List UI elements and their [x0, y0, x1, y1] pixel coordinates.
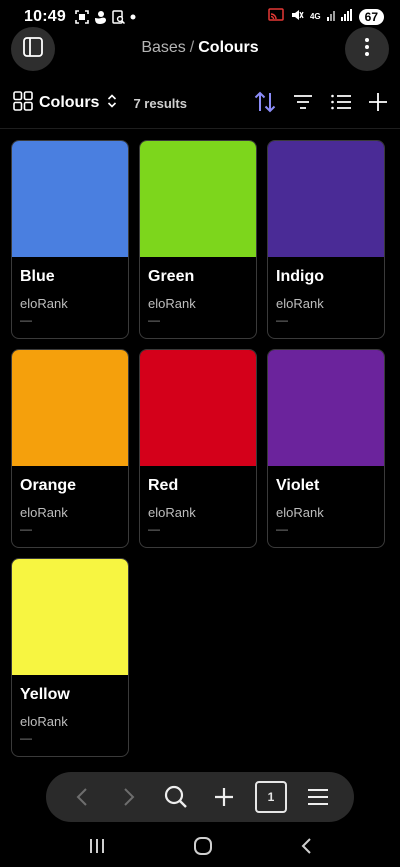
card-property-label: eloRank — [148, 505, 196, 520]
plus-icon — [214, 788, 233, 806]
search-icon — [165, 785, 188, 808]
card-color-swatch — [140, 141, 256, 257]
sort-icon — [254, 91, 276, 113]
properties-button[interactable] — [330, 90, 352, 114]
network-type-label: 4G — [309, 12, 321, 21]
results-count: 7 results — [133, 95, 187, 111]
home-icon — [193, 837, 212, 855]
plus-icon — [369, 93, 387, 111]
menu-button[interactable] — [302, 781, 334, 813]
card-property-label: eloRank — [148, 296, 196, 311]
card-color-swatch — [268, 141, 384, 257]
browser-navigation-bar: 1 — [46, 772, 354, 822]
sort-button[interactable] — [254, 90, 276, 114]
card-color-swatch — [268, 350, 384, 466]
card-title: Green — [148, 268, 195, 285]
screen-search-icon — [112, 10, 125, 24]
breadcrumb: Bases / Colours — [0, 39, 400, 57]
mute-icon — [290, 8, 304, 27]
card-color-swatch — [140, 350, 256, 466]
card-title: Orange — [20, 477, 77, 494]
filter-button[interactable] — [292, 90, 314, 114]
more-vertical-icon — [364, 37, 370, 62]
search-button[interactable] — [160, 781, 192, 813]
breadcrumb-separator: / — [189, 39, 195, 56]
card-property-label: eloRank — [20, 714, 68, 729]
add-button[interactable] — [368, 90, 388, 114]
breadcrumb-current: Colours — [198, 39, 259, 56]
home-button[interactable] — [193, 836, 213, 856]
app-header: Bases / Colours — [0, 27, 400, 71]
card-color-swatch — [12, 559, 128, 675]
view-switcher[interactable]: Colours — [13, 90, 117, 116]
card-color-swatch — [12, 141, 128, 257]
card-color-swatch — [12, 350, 128, 466]
card-title: Red — [148, 477, 179, 494]
card-title: Blue — [20, 268, 55, 285]
battery-indicator: 67 — [358, 9, 384, 25]
card-property-value: — — [20, 313, 32, 327]
card[interactable]: Orange eloRank — — [11, 349, 129, 548]
signal-icon — [326, 8, 353, 26]
view-name: Colours — [39, 94, 100, 111]
card-property-label: eloRank — [20, 505, 68, 520]
new-tab-button[interactable] — [208, 781, 240, 813]
card[interactable]: Yellow eloRank — — [11, 558, 129, 757]
status-notification-icons — [75, 10, 136, 24]
recents-button[interactable] — [88, 838, 106, 854]
card-property-label: eloRank — [276, 505, 324, 520]
chevron-up-down-icon — [107, 93, 117, 113]
back-arrow-icon — [301, 838, 311, 854]
filter-icon — [294, 95, 312, 109]
card-title: Yellow — [20, 686, 70, 703]
base-toolbar: Colours 7 results — [0, 84, 400, 122]
card-property-label: eloRank — [20, 296, 68, 311]
card[interactable]: Blue eloRank — — [11, 140, 129, 339]
card-title: Indigo — [276, 268, 324, 285]
card-property-value: — — [20, 731, 32, 745]
card-property-value: — — [148, 522, 160, 536]
notification-dot-icon — [130, 14, 136, 20]
card[interactable]: Indigo eloRank — — [267, 140, 385, 339]
status-bar: 10:49 4G 67 — [0, 0, 400, 34]
hamburger-menu-icon — [308, 789, 329, 805]
toolbar-divider — [0, 128, 400, 129]
duck-icon — [94, 10, 107, 24]
card[interactable]: Violet eloRank — — [267, 349, 385, 548]
system-back-button[interactable] — [300, 837, 312, 855]
back-button[interactable] — [66, 781, 98, 813]
recents-icon — [90, 839, 105, 853]
chevron-right-icon — [124, 788, 135, 806]
breadcrumb-parent[interactable]: Bases — [141, 39, 185, 56]
list-icon — [331, 94, 351, 110]
toolbar-actions — [254, 90, 388, 114]
card-property-value: — — [20, 522, 32, 536]
tabs-button[interactable]: 1 — [254, 781, 287, 813]
forward-button[interactable] — [113, 781, 145, 813]
more-options-button[interactable] — [345, 27, 389, 71]
card-property-value: — — [148, 313, 160, 327]
screenshot-icon — [75, 10, 89, 24]
cards-grid: Blue eloRank — Green eloRank — Indigo el… — [11, 140, 391, 757]
card[interactable]: Green eloRank — — [139, 140, 257, 339]
tab-count-badge: 1 — [254, 781, 287, 813]
card[interactable]: Red eloRank — — [139, 349, 257, 548]
status-time: 10:49 — [24, 8, 66, 25]
cards-view-icon — [13, 90, 33, 116]
card-property-value: — — [276, 313, 288, 327]
status-system-icons: 4G 67 — [268, 7, 384, 27]
cast-icon — [268, 7, 284, 27]
chevron-left-icon — [76, 788, 87, 806]
card-property-label: eloRank — [276, 296, 324, 311]
system-navigation-bar — [0, 826, 400, 866]
card-property-value: — — [276, 522, 288, 536]
card-title: Violet — [276, 477, 320, 494]
